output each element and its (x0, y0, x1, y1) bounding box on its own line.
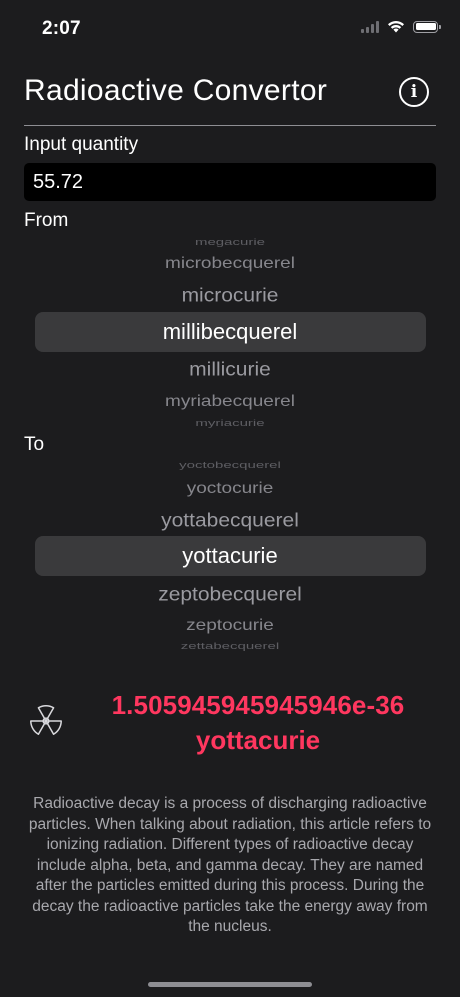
cellular-signal-icon (361, 20, 379, 33)
from-picker-item[interactable]: microcurie (24, 286, 436, 306)
page-title: Radioactive Convertor (24, 74, 328, 107)
from-label: From (24, 210, 69, 231)
from-unit-picker[interactable]: megacurie microbecquerel microcurie mill… (24, 232, 436, 428)
description-text: Radioactive decay is a process of discha… (28, 795, 432, 935)
to-unit-picker[interactable]: yoctobecquerel yoctocurie yottabecquerel… (24, 456, 436, 652)
to-picker-selected-item[interactable]: yottacurie (24, 545, 436, 567)
info-circle-icon: i (410, 81, 418, 102)
to-picker-item[interactable]: zettabecquerel (24, 642, 436, 651)
quantity-input[interactable] (24, 163, 436, 201)
to-picker-item[interactable]: yoctobecquerel (24, 461, 436, 470)
status-icons (361, 20, 441, 33)
to-picker-item[interactable]: zeptocurie (24, 618, 436, 634)
status-bar: 2:07 (0, 0, 460, 56)
radiation-icon (30, 705, 62, 735)
battery-icon (413, 20, 441, 33)
to-picker-item[interactable]: zeptobecquerel (24, 585, 436, 605)
to-picker-item[interactable]: yoctocurie (24, 481, 436, 497)
to-picker-item[interactable]: yottabecquerel (24, 511, 436, 531)
wifi-icon (388, 20, 404, 33)
from-picker-item[interactable]: millicurie (24, 360, 436, 380)
input-quantity-label: Input quantity (24, 134, 139, 155)
info-button[interactable]: i (399, 77, 429, 107)
from-picker-item[interactable]: myriabecquerel (24, 394, 436, 410)
from-picker-selected-item[interactable]: millibecquerel (24, 321, 436, 343)
from-picker-item[interactable]: myriacurie (24, 419, 436, 428)
home-indicator (148, 982, 312, 987)
status-time: 2:07 (42, 18, 81, 39)
result-value: 1.505945945945946e-36 (111, 690, 405, 720)
header-divider (24, 125, 436, 126)
result-unit: yottacurie (195, 725, 321, 755)
from-picker-item[interactable]: megacurie (24, 238, 436, 247)
from-picker-item[interactable]: microbecquerel (24, 256, 436, 272)
to-label: To (24, 434, 45, 455)
